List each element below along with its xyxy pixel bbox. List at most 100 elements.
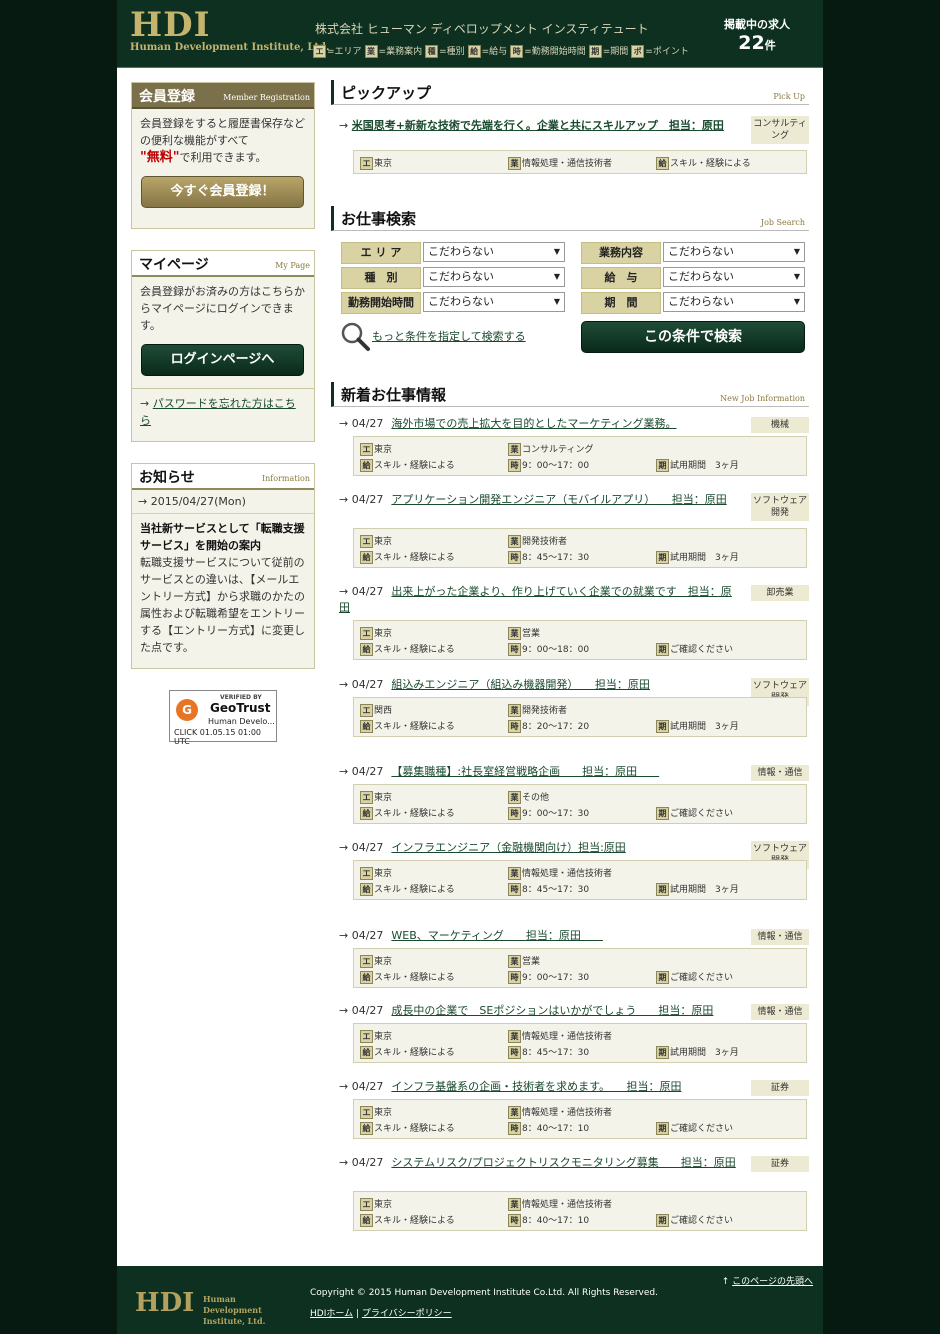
news-box: お知らせ Information → 2015/04/27(Mon) 当社新サー… — [131, 463, 315, 669]
job-title-link[interactable]: アプリケーション開発エンジニア（モバイルアプリ） 担当：原田 — [391, 493, 726, 506]
job-title-row: → 04/27 海外市場での売上拡大を目的としたマーケティング業務。 — [339, 416, 739, 432]
job-time: 時 8：40〜17：10 — [508, 1121, 589, 1135]
job-title-link[interactable]: インフラエンジニア（金融機関向け）担当:原田 — [391, 841, 625, 854]
period-icon: 期 — [656, 551, 669, 564]
legend-icon: 種 — [425, 45, 439, 58]
news-title: お知らせ — [139, 470, 195, 486]
select-start[interactable]: こだわらない ▼ — [423, 292, 565, 312]
job-pay-value: スキル・経験による — [374, 1216, 455, 1226]
job-period-value: 試用期間 3ヶ月 — [670, 553, 739, 563]
job-period-value: ご確認ください — [670, 1124, 734, 1134]
job-pay-value: スキル・経験による — [374, 1124, 455, 1134]
job-category-tag: ソフトウェア開発 — [751, 493, 809, 521]
pickup-area: エ東京 — [360, 156, 392, 170]
biz-icon: 業 — [508, 1030, 521, 1043]
job-time: 時 8：45〜17：30 — [508, 882, 589, 896]
arrow-icon: → — [339, 493, 352, 506]
pickup-pay: 給スキル・経験による — [656, 156, 751, 170]
arrow-icon: → — [339, 417, 352, 430]
news-header: お知らせ Information — [132, 464, 314, 490]
pickup-biz-value: 情報処理・通信技術者 — [522, 159, 613, 169]
pay-icon: 給 — [656, 157, 669, 170]
job-title-link[interactable]: 出来上がった企業より、作り上げていく企業での就業です 担当：原田 — [339, 585, 732, 614]
label-period: 期 間 — [581, 292, 661, 314]
job-title-link[interactable]: 海外市場での売上拡大を目的としたマーケティング業務。 — [391, 417, 676, 430]
footer-separator: | — [353, 1309, 362, 1319]
job-title-link[interactable]: 成長中の企業で SEポジションはいかがでしょう 担当：原田 — [391, 1004, 713, 1017]
select-pay[interactable]: こだわらない ▼ — [663, 267, 805, 287]
select-type-value: こだわらない — [428, 270, 494, 283]
news-body: 転職支援サービスについて従前のサービスとの違いは、【メールエントリー方式】から求… — [140, 556, 305, 654]
footer-home-link[interactable]: HDIホーム — [310, 1309, 353, 1319]
time-icon: 時 — [508, 971, 521, 984]
select-area[interactable]: こだわらない ▼ — [423, 242, 565, 262]
pickup-biz: 業情報処理・通信技術者 — [508, 156, 612, 170]
area-icon: エ — [360, 1030, 373, 1043]
pay-icon: 給 — [360, 643, 373, 656]
biz-icon: 業 — [508, 791, 521, 804]
geotrust-logo-icon: G — [176, 699, 198, 721]
forgot-password-link[interactable]: パスワードを忘れた方はこちら — [140, 397, 296, 427]
news-date-text: 2015/04/27(Mon) — [150, 495, 246, 508]
job-period: 期試用期間 3ヶ月 — [656, 719, 739, 733]
job-title-link[interactable]: WEB、マーケティング 担当：原田 — [391, 929, 603, 942]
job-area-value: 東京 — [374, 1108, 393, 1118]
arrow-icon: → — [339, 929, 352, 942]
forgot-password[interactable]: → パスワードを忘れた方はこちら — [132, 389, 314, 435]
job-title-link[interactable]: 【募集職種】:社長室経営戦略企画 担当：原田 — [391, 765, 659, 778]
select-period[interactable]: こだわらない ▼ — [663, 292, 805, 312]
job-pay-value: スキル・経験による — [374, 1048, 455, 1058]
arrow-icon: → — [339, 1156, 352, 1169]
job-item: → 04/27 【募集職種】:社長室経営戦略企画 担当：原田 情報・通信エ東京 業そ… — [331, 760, 809, 840]
pay-icon: 給 — [360, 720, 373, 733]
arrow-icon: → — [339, 678, 352, 691]
job-item: → 04/27 システムリスク/プロジェクトリスクモニタリング募集 担当：原田 証券… — [331, 1151, 809, 1231]
job-period-value: ご確認ください — [670, 809, 734, 819]
back-to-top-link[interactable]: このページの先頭へ — [732, 1277, 813, 1287]
area-icon: エ — [360, 443, 373, 456]
logo-mark: HDI — [130, 5, 211, 45]
more-conditions[interactable]: もっと条件を指定して検索する — [372, 328, 526, 344]
footer-privacy-link[interactable]: プライバシーポリシー — [362, 1309, 452, 1319]
back-to-top[interactable]: ↑ このページの先頭へ — [722, 1274, 813, 1287]
job-pay-value: スキル・経験による — [374, 461, 455, 471]
period-icon: 期 — [656, 459, 669, 472]
job-title-link[interactable]: インフラ基盤系の企画・技術者を求めます。 担当：原田 — [391, 1080, 681, 1093]
job-detail: エ東京 業その他給スキル・経験による 時 9：00〜17：30 期ご確認ください — [353, 784, 807, 824]
job-time: 時 9：00〜17：30 — [508, 806, 589, 820]
job-period: 期試用期間 3ヶ月 — [656, 550, 739, 564]
job-pay: 給スキル・経験による — [360, 719, 455, 733]
login-button[interactable]: ログインページへ — [141, 344, 304, 376]
job-pay-value: スキル・経験による — [374, 885, 455, 895]
register-text-1: 会員登録をすると履歴書保存などの便利な機能がすべて — [140, 117, 305, 147]
news-headline[interactable]: 当社新サービスとして「転職支援サービス」を開始の案内 — [132, 514, 314, 554]
pay-icon: 給 — [360, 883, 373, 896]
select-type[interactable]: こだわらない ▼ — [423, 267, 565, 287]
more-conditions-link[interactable]: もっと条件を指定して検索する — [372, 330, 526, 343]
register-button[interactable]: 今すぐ会員登録！ — [141, 176, 304, 208]
geotrust-badge[interactable]: G VERIFIED BY GeoTrust Human Develo... C… — [169, 690, 277, 746]
job-item: → 04/27 海外市場での売上拡大を目的としたマーケティング業務。 機械エ東京 業コ… — [331, 412, 809, 492]
page: HDI Human Development Institute, Ltd. 株式… — [0, 0, 940, 1334]
job-title-link[interactable]: システムリスク/プロジェクトリスクモニタリング募集 担当：原田 — [391, 1156, 735, 1169]
job-area-value: 東京 — [374, 445, 393, 455]
site-logo[interactable]: HDI Human Development Institute, Ltd. — [130, 8, 329, 54]
label-area: エ リ ア — [341, 242, 421, 264]
job-detail: エ東京 業情報処理・通信技術者給スキル・経験による 時 8：40〜17：10 期ご確認く… — [353, 1191, 807, 1231]
job-category-tag: 情報・通信 — [751, 929, 809, 945]
register-title: 会員登録 — [139, 89, 195, 105]
search-button[interactable]: この条件で検索 — [581, 321, 805, 353]
select-area-value: こだわらない — [428, 245, 494, 258]
area-icon: エ — [360, 627, 373, 640]
pay-icon: 給 — [360, 551, 373, 564]
job-item: → 04/27インフラエンジニア（金融機関向け）担当:原田ソフトウェア開発エ東京… — [331, 836, 809, 916]
job-title-link[interactable]: 組込みエンジニア（組込み機器開発） 担当：原田 — [391, 678, 650, 691]
job-area-value: 東京 — [374, 793, 393, 803]
job-biz: 業開発技術者 — [508, 703, 567, 717]
pickup-pay-value: スキル・経験による — [670, 159, 751, 169]
pickup-link[interactable]: 米国思考+新新な技術で先端を行く。企業と共にスキルアップ 担当：原田 — [352, 119, 724, 132]
footer-logo[interactable]: HDI Human Development Institute, Ltd. — [135, 1288, 265, 1326]
job-date: 04/27 — [351, 678, 384, 691]
job-period: 期ご確認ください — [656, 642, 733, 656]
select-biz[interactable]: こだわらない ▼ — [663, 242, 805, 262]
